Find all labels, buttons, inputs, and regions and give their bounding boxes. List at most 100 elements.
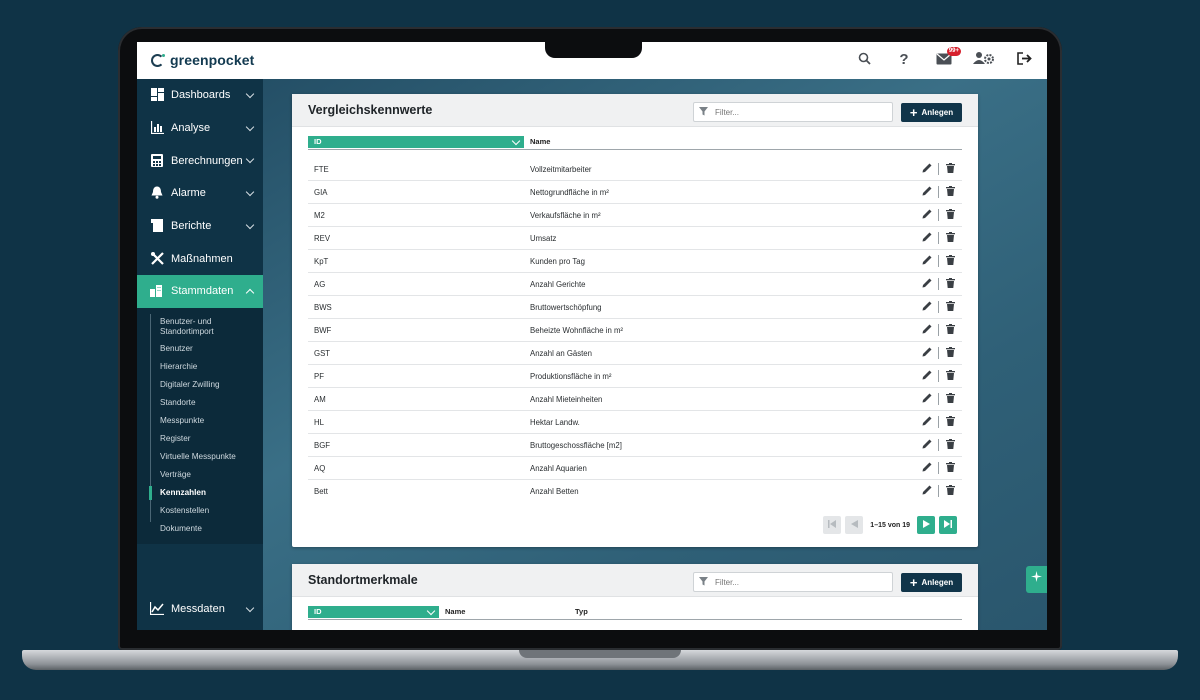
filter-input[interactable] bbox=[713, 106, 887, 118]
cell-id: GST bbox=[314, 349, 331, 358]
bar-chart-icon bbox=[150, 121, 164, 135]
mail-icon[interactable]: 99+ bbox=[933, 47, 961, 69]
sidebar-item-alarme[interactable]: Alarme bbox=[137, 177, 263, 210]
trash-icon[interactable] bbox=[944, 255, 956, 267]
edit-pencil-icon[interactable] bbox=[921, 393, 933, 405]
line-chart-icon bbox=[149, 602, 164, 616]
edit-pencil-icon[interactable] bbox=[921, 370, 933, 382]
submenu-item-messpunkte[interactable]: Messpunkte bbox=[137, 412, 263, 430]
filter-input[interactable] bbox=[713, 576, 887, 588]
sidebar-item-messdaten[interactable]: Messdaten bbox=[137, 593, 263, 626]
sidebar-item-berechnungen[interactable]: Berechnungen bbox=[137, 144, 263, 177]
cell-name: Anzahl an Gästen bbox=[530, 349, 592, 358]
sidebar-item-analyse[interactable]: Analyse bbox=[137, 112, 263, 145]
divider bbox=[938, 347, 939, 359]
cell-name: Verkaufsfläche in m² bbox=[530, 211, 601, 220]
column-header-id[interactable]: ID bbox=[308, 606, 439, 618]
chevron-down-icon bbox=[245, 220, 255, 229]
search-icon[interactable] bbox=[853, 51, 875, 69]
table-header: ID Name Typ bbox=[308, 606, 962, 620]
row-actions bbox=[921, 393, 956, 405]
divider bbox=[938, 485, 939, 497]
submenu-item-dokumente[interactable]: Dokumente bbox=[137, 520, 263, 538]
sidebar-item-dashboards[interactable]: Dashboards bbox=[137, 79, 263, 112]
submenu-item-hierarchie[interactable]: Hierarchie bbox=[137, 358, 263, 376]
cell-name: Anzahl Gerichte bbox=[530, 280, 586, 289]
trash-icon[interactable] bbox=[944, 186, 956, 198]
divider bbox=[938, 416, 939, 428]
chevron-down-icon bbox=[245, 187, 255, 197]
sidebar-item-berichte[interactable]: Berichte bbox=[137, 210, 263, 243]
submenu-item-benutzer[interactable]: Benutzer bbox=[137, 340, 263, 358]
edit-pencil-icon[interactable] bbox=[921, 324, 933, 336]
trash-icon[interactable] bbox=[944, 209, 956, 221]
edit-pencil-icon[interactable] bbox=[921, 347, 933, 359]
dashboard-icon bbox=[150, 88, 164, 102]
trash-icon[interactable] bbox=[944, 163, 956, 175]
sidebar-item-stammdaten[interactable]: Stammdaten bbox=[137, 275, 263, 308]
filter-field[interactable] bbox=[693, 572, 893, 592]
app-logo[interactable]: greenpocket bbox=[151, 52, 254, 68]
table-row: BGF Bruttogeschossfläche [m2] bbox=[308, 434, 962, 457]
trash-icon[interactable] bbox=[944, 416, 956, 428]
edit-pencil-icon[interactable] bbox=[921, 485, 933, 497]
edit-pencil-icon[interactable] bbox=[921, 232, 933, 244]
edit-pencil-icon[interactable] bbox=[921, 209, 933, 221]
trash-icon[interactable] bbox=[944, 347, 956, 359]
next-page-button[interactable] bbox=[917, 516, 935, 534]
submenu-item-digitaler-zwilling[interactable]: Digitaler Zwilling bbox=[137, 376, 263, 394]
trash-icon[interactable] bbox=[944, 324, 956, 336]
submenu-item-kostenstellen[interactable]: Kostenstellen bbox=[137, 502, 263, 520]
filter-field[interactable] bbox=[693, 102, 893, 122]
last-page-button[interactable] bbox=[939, 516, 957, 534]
add-button[interactable]: + Anlegen bbox=[901, 573, 962, 592]
buildings-icon bbox=[150, 284, 164, 298]
column-header-name[interactable]: Name bbox=[530, 136, 550, 148]
submenu-item-vertraege[interactable]: Verträge bbox=[137, 466, 263, 484]
submenu-item-virtuelle-messpunkte[interactable]: Virtuelle Messpunkte bbox=[137, 448, 263, 466]
cell-name: Bruttogeschossfläche [m2] bbox=[530, 441, 622, 450]
row-actions bbox=[921, 370, 956, 382]
pagination-info: 1–15 von 19 bbox=[870, 521, 910, 529]
trash-icon[interactable] bbox=[944, 439, 956, 451]
assistant-fab-icon[interactable] bbox=[1026, 566, 1047, 593]
edit-pencil-icon[interactable] bbox=[921, 163, 933, 175]
submenu-item-benutzer-standortimport[interactable]: Benutzer- und Standortimport bbox=[137, 314, 263, 340]
submenu-item-standorte[interactable]: Standorte bbox=[137, 394, 263, 412]
trash-icon[interactable] bbox=[944, 393, 956, 405]
cell-name: Bruttowertschöpfung bbox=[530, 303, 602, 312]
cell-id: FTE bbox=[314, 165, 329, 174]
stammdaten-submenu: Benutzer- und Standortimport Benutzer Hi… bbox=[137, 307, 263, 544]
submenu-item-register[interactable]: Register bbox=[137, 430, 263, 448]
edit-pencil-icon[interactable] bbox=[921, 186, 933, 198]
trash-icon[interactable] bbox=[944, 278, 956, 290]
prev-page-button[interactable] bbox=[845, 516, 864, 534]
edit-pencil-icon[interactable] bbox=[921, 462, 933, 474]
column-header-id[interactable]: ID bbox=[308, 136, 524, 148]
edit-pencil-icon[interactable] bbox=[921, 301, 933, 313]
edit-pencil-icon[interactable] bbox=[921, 416, 933, 428]
trash-icon[interactable] bbox=[944, 232, 956, 244]
sidebar-item-massnahmen[interactable]: Maßnahmen bbox=[137, 242, 263, 275]
edit-pencil-icon[interactable] bbox=[921, 255, 933, 267]
column-header-name[interactable]: Name bbox=[445, 606, 465, 618]
edit-pencil-icon[interactable] bbox=[921, 278, 933, 290]
help-icon[interactable]: ? bbox=[893, 51, 915, 69]
table-row: REV Umsatz bbox=[308, 227, 962, 250]
first-page-button[interactable] bbox=[823, 516, 842, 534]
cell-name: Hektar Landw. bbox=[530, 418, 580, 427]
column-header-typ[interactable]: Typ bbox=[575, 606, 588, 618]
trash-icon[interactable] bbox=[944, 462, 956, 474]
trash-icon[interactable] bbox=[944, 370, 956, 382]
user-settings-icon[interactable] bbox=[973, 51, 995, 69]
edit-pencil-icon[interactable] bbox=[921, 439, 933, 451]
logout-icon[interactable] bbox=[1013, 51, 1035, 69]
sidebar-item-label: Maßnahmen bbox=[171, 252, 233, 265]
add-button[interactable]: + Anlegen bbox=[901, 103, 962, 122]
submenu-item-kennzahlen[interactable]: Kennzahlen bbox=[137, 484, 263, 502]
trash-icon[interactable] bbox=[944, 485, 956, 497]
vergleichskennwerte-panel: Vergleichskennwerte + Anlegen ID Nam bbox=[292, 94, 978, 547]
trash-icon[interactable] bbox=[944, 301, 956, 313]
chevron-down-icon bbox=[426, 606, 436, 616]
sidebar-item-label: Analyse bbox=[171, 122, 211, 135]
